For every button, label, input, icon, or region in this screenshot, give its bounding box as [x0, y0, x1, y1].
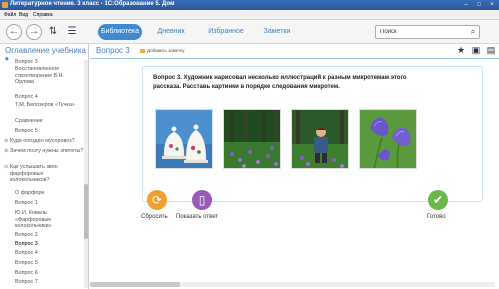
toc-item[interactable]: Восстановленное стихотворение В.Н. Орлов… — [15, 66, 83, 86]
toc-item[interactable]: Вопрос 3 — [15, 59, 83, 66]
forward-button[interactable]: → — [26, 24, 42, 40]
picture-forest-flowers[interactable] — [223, 109, 281, 169]
reset-label: Сбросить — [141, 214, 168, 220]
toc-item[interactable]: Вопрос 6 — [15, 270, 83, 277]
arrow-right-icon: → — [29, 26, 39, 37]
reset-button[interactable]: ⟳ Сбросить — [138, 190, 178, 224]
minimize-button[interactable]: – — [460, 1, 472, 9]
menu-view[interactable]: Вид — [19, 12, 28, 18]
sidebar-scrollbar[interactable] — [84, 60, 88, 288]
expand-icon[interactable]: ⊕ — [4, 148, 8, 155]
page-title: Вопрос 3 — [96, 46, 130, 55]
close-button[interactable]: × — [486, 1, 498, 9]
done-button[interactable]: ✔ Готово — [424, 190, 456, 224]
window-title: Литературное чтение. 3 класс - 1С:Образо… — [10, 1, 175, 7]
checkmark-icon: ✔ — [428, 190, 448, 210]
sidebar-scroll-thumb[interactable] — [84, 184, 88, 239]
sidebar: Оглавление учебника ◆ Вопрос 3 Восстанов… — [0, 44, 89, 289]
forest-flowers-image — [224, 110, 280, 168]
tab-library[interactable]: Библиотека — [98, 24, 142, 40]
tab-favorites[interactable]: Избранное — [206, 24, 246, 40]
done-label: Готово — [427, 214, 446, 220]
menu-file[interactable]: Файл — [4, 12, 16, 18]
list-icon[interactable]: ☰ — [65, 25, 79, 39]
show-answer-label: Показать ответ — [176, 214, 219, 220]
note-icon — [140, 48, 145, 53]
sidebar-title: Оглавление учебника — [5, 46, 86, 55]
arrow-left-icon: ← — [9, 26, 19, 37]
pin-icon[interactable]: ◆ — [5, 56, 9, 62]
show-answer-button[interactable]: ▯ Показать ответ — [176, 190, 228, 224]
porcelain-bells-image — [156, 110, 212, 168]
add-note-button[interactable]: Добавить заметку — [140, 48, 184, 53]
picture-porcelain-bells[interactable] — [155, 109, 213, 169]
horizontal-scroll-thumb[interactable] — [90, 282, 180, 287]
toolbar: ← → ⇅ ☰ Библиотека Дневник Избранное Зам… — [0, 20, 499, 44]
toc-item-current[interactable]: Вопрос 3 — [15, 241, 83, 248]
toc-item[interactable]: Вопрос 1 — [15, 200, 83, 207]
save-icon[interactable]: ▣ — [471, 45, 481, 55]
picture-boy-in-forest[interactable] — [291, 109, 349, 169]
back-button[interactable]: ← — [6, 24, 22, 40]
toc-item[interactable]: Сравнение — [15, 118, 83, 125]
maximize-button[interactable]: □ — [473, 1, 485, 9]
main-content: Вопрос 3 Добавить заметку ★ ▣ ▤ Вопрос 3… — [90, 44, 499, 289]
task-text: Вопрос 3. Художник нарисовал несколько и… — [153, 75, 407, 90]
task-card: Вопрос 3. Художник нарисовал несколько и… — [142, 66, 483, 202]
title-bar: Литературное чтение. 3 класс - 1С:Образо… — [0, 0, 499, 10]
toc-section[interactable]: ⊕ Куда опоздал мусоровоз? — [4, 138, 84, 145]
collapse-icon[interactable]: ⊖ — [4, 164, 8, 171]
toc-item[interactable]: Вопрос 7 — [15, 279, 83, 286]
toc-section[interactable]: ⊕ Зачем поэту нужны эпитеты? — [4, 148, 84, 155]
tab-diary[interactable]: Дневник — [154, 24, 188, 40]
sort-icon[interactable]: ⇅ — [46, 25, 60, 39]
boy-in-forest-image — [292, 110, 348, 168]
app-icon — [2, 2, 8, 8]
menu-help[interactable]: Справка — [33, 12, 53, 18]
toc-item[interactable]: Вопрос 4 — [15, 94, 83, 101]
picture-bellflowers[interactable] — [359, 109, 417, 169]
toc-section[interactable]: ⊖ Как услышать звон фарфоровых колокольчи… — [4, 164, 84, 184]
tab-notes[interactable]: Заметки — [261, 24, 293, 40]
toc-item[interactable]: О фарфоре — [15, 190, 83, 197]
menu-bar: Файл Вид Справка — [0, 10, 499, 20]
search-icon[interactable]: ⌕ — [468, 26, 478, 38]
toc-item[interactable]: Вопрос 5 — [15, 128, 83, 135]
expand-icon[interactable]: ⊕ — [4, 138, 8, 145]
document-icon[interactable]: ▤ — [486, 45, 496, 55]
book-icon: ▯ — [192, 190, 212, 210]
reset-icon: ⟳ — [147, 190, 167, 210]
toc-item[interactable]: Вопрос 4 — [15, 250, 83, 257]
toc-item[interactable]: Т.М. Белозеров «Тучка» — [15, 102, 83, 109]
toc-item[interactable]: Ю.И. Коваль «Фарфоровые колокольчики» — [15, 210, 83, 230]
star-icon[interactable]: ★ — [456, 45, 466, 55]
header-divider — [90, 58, 499, 59]
bellflowers-image — [360, 110, 416, 168]
toc-item[interactable]: Вопрос 2 — [15, 232, 83, 239]
search-input[interactable] — [375, 25, 480, 39]
toc-item[interactable]: Вопрос 5 — [15, 260, 83, 267]
